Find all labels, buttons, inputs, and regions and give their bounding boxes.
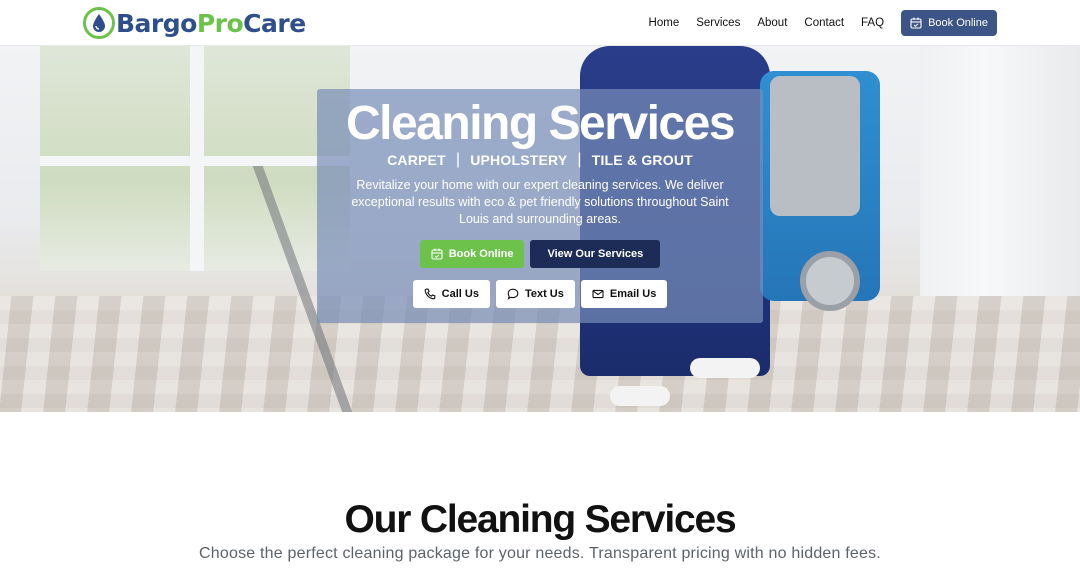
hero-section: Cleaning Services CARPET | UPHOLSTERY | …: [0, 46, 1080, 412]
envelope-icon: [592, 289, 604, 299]
category-separator: |: [577, 151, 582, 168]
hero-background-shoe: [610, 386, 670, 406]
main-nav: Home Services About Contact FAQ Book Onl…: [649, 10, 997, 36]
nav-services[interactable]: Services: [696, 17, 740, 29]
services-subtitle: Choose the perfect cleaning package for …: [199, 545, 881, 562]
header-book-online-label: Book Online: [928, 17, 988, 29]
services-title: Our Cleaning Services: [344, 498, 737, 541]
calendar-icon: [910, 17, 922, 29]
logo-text-bargo: Bargo: [116, 8, 197, 38]
text-us-button[interactable]: Text Us: [495, 280, 575, 308]
hero-background-machine-tank: [770, 76, 860, 216]
nav-faq[interactable]: FAQ: [861, 17, 884, 29]
hero-book-online-button[interactable]: Book Online: [419, 240, 525, 268]
site-header: BargoProCare Home Services About Contact…: [0, 0, 1080, 46]
services-section: Our Cleaning Services Choose the perfect…: [0, 412, 1080, 588]
nav-home[interactable]: Home: [649, 17, 680, 29]
text-us-label: Text Us: [524, 288, 564, 300]
chat-bubble-icon: [507, 288, 519, 300]
logo-text-care: Care: [243, 8, 306, 38]
logo-text: BargoProCare: [116, 11, 306, 36]
hero-card: Cleaning Services CARPET | UPHOLSTERY | …: [317, 89, 763, 323]
category-carpet: CARPET: [387, 152, 446, 168]
hero-background-curtain: [920, 46, 1080, 296]
hero-background-wheel: [800, 251, 860, 311]
call-us-label: Call Us: [441, 288, 479, 300]
nav-contact[interactable]: Contact: [804, 17, 844, 29]
category-separator: |: [455, 151, 461, 168]
hero-description: Revitalize your home with our expert cle…: [351, 178, 729, 226]
nav-about[interactable]: About: [757, 17, 787, 29]
logo[interactable]: BargoProCare: [83, 6, 306, 40]
email-us-button[interactable]: Email Us: [580, 280, 668, 308]
category-upholstery: UPHOLSTERY: [470, 152, 568, 168]
email-us-label: Email Us: [609, 288, 657, 300]
hero-title: Cleaning Services: [345, 97, 736, 150]
hero-contact-actions: Call Us Text Us Email Us: [317, 280, 763, 308]
hero-book-online-label: Book Online: [448, 248, 514, 260]
category-tile-grout: TILE & GROUT: [591, 152, 693, 168]
call-us-button[interactable]: Call Us: [412, 280, 490, 308]
logo-text-pro: Pro: [196, 8, 244, 38]
view-services-button[interactable]: View Our Services: [530, 240, 661, 268]
hero-background-shoe: [690, 358, 760, 378]
hero-categories: CARPET | UPHOLSTERY | TILE & GROUT: [317, 151, 763, 169]
calendar-icon: [431, 248, 443, 260]
water-drop-icon: [83, 7, 115, 39]
hero-primary-actions: Book Online View Our Services: [317, 240, 763, 268]
header-book-online-button[interactable]: Book Online: [901, 10, 997, 36]
view-services-label: View Our Services: [547, 248, 644, 260]
phone-icon: [424, 288, 436, 300]
